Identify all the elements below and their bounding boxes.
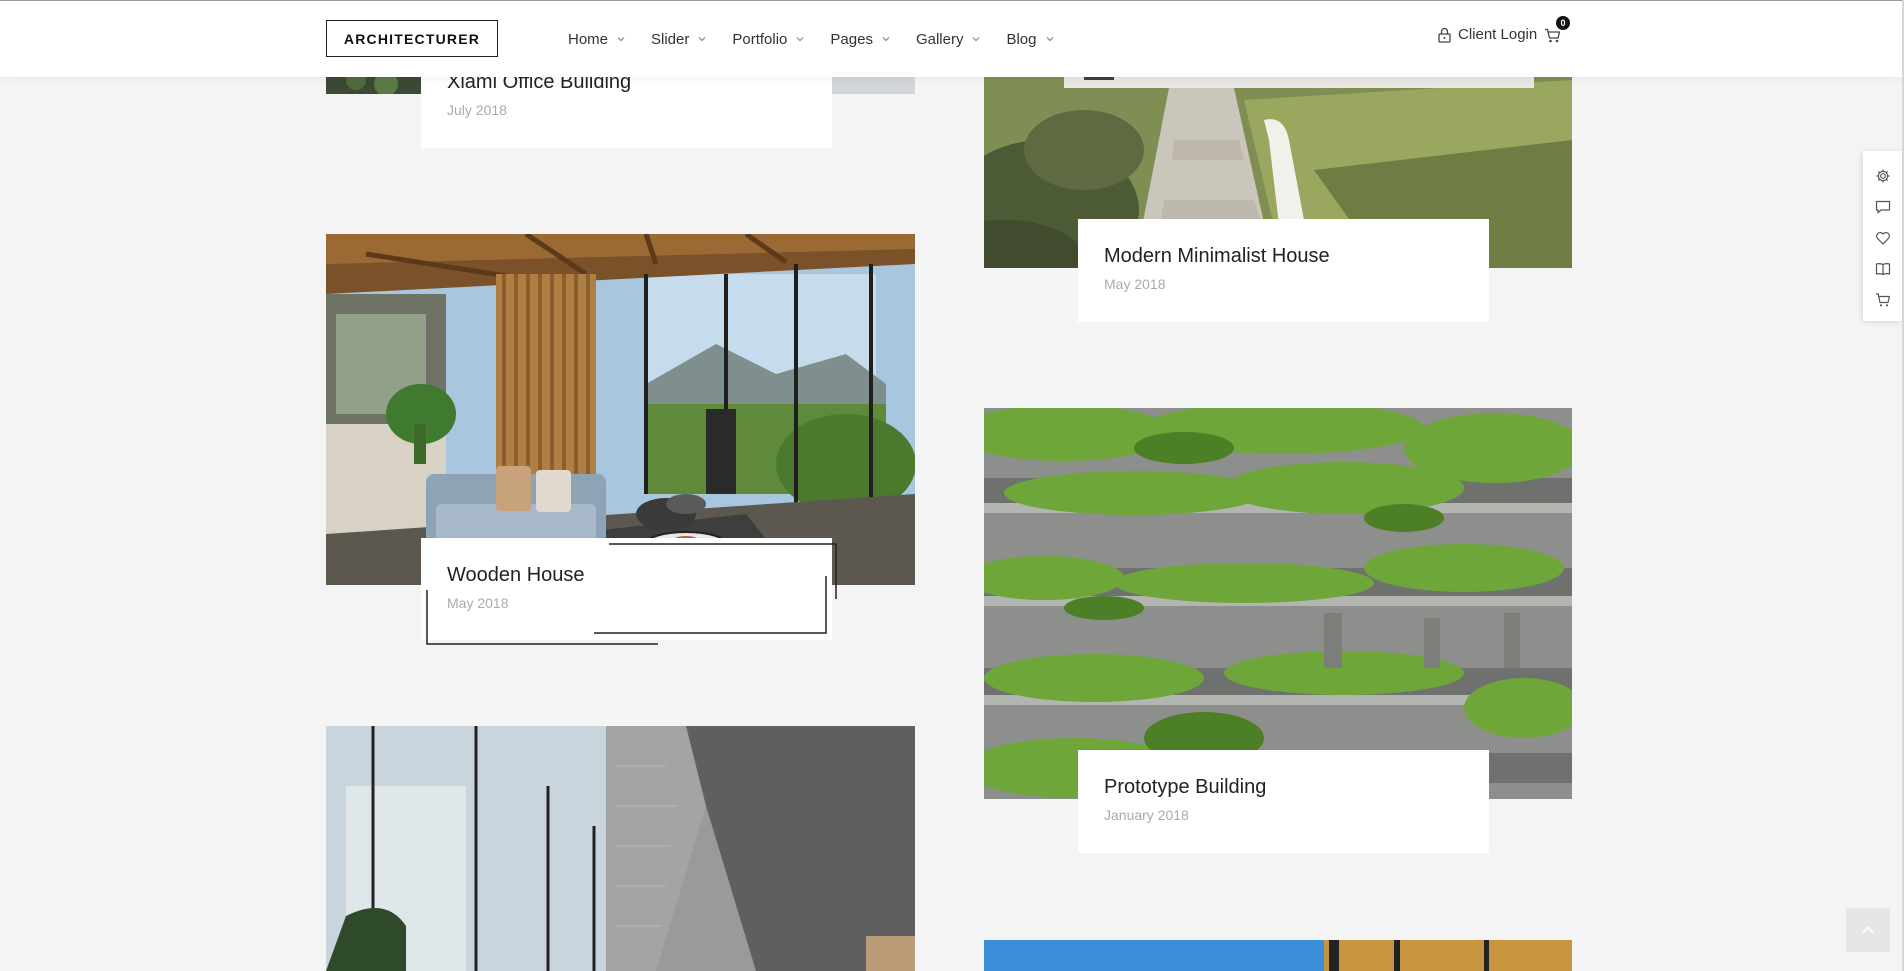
next-project-photo (984, 940, 1572, 971)
chevron-down-icon (882, 37, 890, 42)
nav-item-label: Pages (830, 30, 873, 48)
project-date: May 2018 (1104, 276, 1166, 292)
gear-icon[interactable] (1875, 168, 1891, 184)
project-date: July 2018 (447, 102, 507, 118)
cart-icon (1545, 28, 1561, 43)
project-date: May 2018 (447, 595, 509, 611)
cart-button[interactable]: 0 (1544, 16, 1570, 48)
project-card-modern-minimalist[interactable]: Modern Minimalist House May 2018 (1078, 219, 1489, 322)
chevron-down-icon (973, 37, 980, 42)
lock-icon (1438, 27, 1451, 43)
project-image-prototype-building[interactable] (984, 408, 1572, 799)
project-card-wooden-house[interactable]: Wooden House May 2018 (421, 538, 837, 645)
nav-item-label: Portfolio (732, 30, 788, 48)
green-terraces-photo (984, 408, 1572, 799)
nav-item-portfolio[interactable]: Portfolio (732, 31, 805, 48)
top-border (0, 0, 1904, 1)
heart-icon[interactable] (1875, 230, 1891, 246)
nav-item-blog[interactable]: Blog (1006, 31, 1054, 48)
chevron-down-icon (698, 37, 706, 42)
site-logo[interactable]: ARCHITECTURER (326, 20, 498, 57)
cart-icon[interactable] (1875, 292, 1891, 308)
project-title: Modern Minimalist House (1104, 245, 1330, 267)
client-login-link[interactable]: Client Login (1438, 26, 1537, 43)
nav-item-home[interactable]: Home (568, 31, 626, 48)
project-image-glass-building[interactable] (326, 726, 915, 971)
hover-frame-lines (421, 538, 837, 645)
chevron-down-icon (1046, 37, 1053, 42)
chevron-up-icon (1862, 926, 1874, 934)
nav-item-label: Blog (1006, 30, 1037, 48)
client-login-label: Client Login (1458, 26, 1538, 43)
project-card-prototype-building[interactable]: Prototype Building January 2018 (1078, 750, 1489, 853)
wooden-house-photo (326, 234, 915, 585)
book-icon[interactable] (1875, 261, 1891, 277)
cart-count-badge: 0 (1556, 16, 1570, 30)
site-header: ARCHITECTURER Home Slider Portfolio Page… (0, 1, 1904, 77)
glass-building-photo (326, 726, 915, 971)
nav-item-slider[interactable]: Slider (651, 31, 707, 48)
project-title: Wooden House (447, 564, 585, 586)
main-nav: Home Slider Portfolio Pages Gallery Blog (568, 1, 1080, 77)
nav-item-label: Slider (651, 30, 690, 48)
project-title: Prototype Building (1104, 776, 1267, 798)
comment-icon[interactable] (1875, 199, 1891, 215)
side-tools-panel (1863, 151, 1903, 321)
chevron-down-icon (796, 37, 804, 42)
nav-item-label: Home (568, 30, 609, 48)
project-image-next[interactable] (984, 940, 1572, 971)
nav-item-label: Gallery (915, 30, 964, 48)
project-date: January 2018 (1104, 807, 1189, 823)
back-to-top-button[interactable] (1846, 908, 1890, 952)
nav-item-pages[interactable]: Pages (830, 31, 891, 48)
chevron-down-icon (617, 37, 625, 42)
nav-item-gallery[interactable]: Gallery (916, 31, 982, 48)
project-image-wooden-house[interactable] (326, 234, 915, 585)
